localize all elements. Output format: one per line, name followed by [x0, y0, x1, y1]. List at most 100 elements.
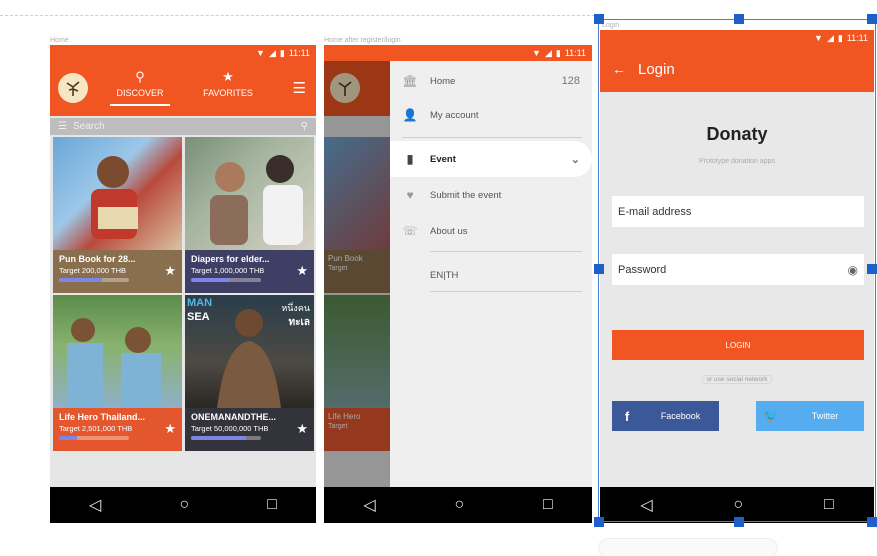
- tab-favorites-label: FAVORITES: [203, 88, 253, 98]
- signal-icon: ◢: [826, 32, 834, 43]
- drawer-item-label: Home: [430, 75, 456, 87]
- menu-lines-icon: ☰: [58, 121, 67, 132]
- tab-discover[interactable]: ⚲ DISCOVER: [110, 69, 170, 106]
- favorite-star-icon[interactable]: ★: [296, 263, 308, 279]
- star-icon: ★: [222, 69, 234, 84]
- progress-fill: [59, 278, 103, 282]
- card-target: Target 50,000,000 THB: [191, 424, 269, 433]
- status-bar: ▼ ◢ ▮ 11:11: [324, 45, 592, 61]
- progress-bar: [59, 436, 129, 440]
- home-nav-icon[interactable]: ○: [179, 496, 189, 514]
- password-placeholder: Password: [618, 263, 667, 276]
- card-target: Target 2,501,000 THB: [59, 424, 133, 433]
- drawer-scrim[interactable]: [324, 61, 390, 487]
- favorite-star-icon[interactable]: ★: [164, 263, 176, 279]
- floating-toolbar: [598, 538, 778, 556]
- drawer-item-label: Event: [430, 153, 456, 165]
- facebook-label: Facebook: [660, 411, 701, 421]
- campaign-card[interactable]: MAN SEA หนึ่งคน ทะเล ONEMANANDTHE... Tar…: [185, 295, 314, 451]
- recents-nav-icon[interactable]: □: [543, 496, 553, 514]
- resize-handle[interactable]: [594, 14, 604, 24]
- drawer-item-language[interactable]: EN|TH: [390, 257, 592, 293]
- resize-handle[interactable]: [734, 517, 744, 527]
- drawer-item-label: EN|TH: [430, 269, 459, 281]
- social-divider-text: or use social network: [702, 375, 772, 384]
- campaign-card[interactable]: Life Hero Thailand... Target 2,501,000 T…: [53, 295, 182, 451]
- battery-icon: ▮: [555, 47, 561, 58]
- search-bar[interactable]: ☰ Search ⚲: [50, 118, 316, 135]
- resize-handle[interactable]: [867, 264, 877, 274]
- back-nav-icon[interactable]: ◁: [363, 495, 375, 515]
- twitter-button[interactable]: 🐦 Twitter: [756, 401, 864, 431]
- drawer-item-home[interactable]: 🏛 Home 128: [390, 63, 592, 99]
- home-nav-icon[interactable]: ○: [733, 496, 743, 514]
- hamburger-menu-icon[interactable]: ☰: [293, 79, 306, 97]
- login-button[interactable]: LOGIN: [612, 330, 864, 360]
- social-divider: or use social network: [600, 375, 874, 384]
- frame-label-home-after-login: Home after register/login: [324, 37, 401, 44]
- card-info: Life Hero Thailand... Target 2,501,000 T…: [53, 408, 182, 451]
- frame-label-home: Home: [50, 37, 69, 44]
- twitter-label: Twitter: [811, 411, 839, 421]
- card-title: Life Hero Thailand...: [59, 412, 146, 422]
- campaign-poster: MAN SEA หนึ่งคน ทะเล: [185, 295, 314, 408]
- drawer-item-my-account[interactable]: 👤 My account: [390, 97, 592, 133]
- app-logo[interactable]: [58, 73, 88, 103]
- navigation-drawer: 🏛 Home 128 👤 My account ▮ Event ⌄ ♥ Subm…: [390, 61, 592, 487]
- battery-icon: ▮: [837, 32, 843, 43]
- progress-bar: [59, 278, 129, 282]
- resize-handle[interactable]: [734, 14, 744, 24]
- progress-fill: [59, 436, 77, 440]
- drawer-item-event[interactable]: ▮ Event ⌄: [390, 141, 592, 177]
- phone-login: ▼ ◢ ▮ 11:11 ← Login Donaty Prototype don…: [600, 30, 874, 523]
- campaign-card[interactable]: Pun Book for 28... Target 200,000 THB ★: [53, 137, 182, 293]
- tab-favorites[interactable]: ★ FAVORITES: [198, 69, 258, 98]
- search-input[interactable]: Search: [73, 121, 301, 132]
- resize-handle[interactable]: [867, 517, 877, 527]
- email-field[interactable]: E-mail address: [612, 196, 864, 227]
- facebook-button[interactable]: f Facebook: [612, 401, 719, 431]
- favorite-star-icon[interactable]: ★: [164, 421, 176, 437]
- wifi-icon: ▼: [256, 48, 265, 58]
- favorite-star-icon[interactable]: ★: [296, 421, 308, 437]
- android-nav-bar: ◁ ○ □: [50, 487, 316, 523]
- event-book-icon: ▮: [406, 152, 414, 166]
- back-nav-icon[interactable]: ◁: [89, 495, 101, 515]
- chevron-down-icon[interactable]: ⌄: [571, 153, 592, 166]
- facebook-icon: f: [624, 408, 630, 424]
- page-title: Login: [638, 60, 675, 78]
- status-bar: ▼ ◢ ▮ 11:11: [50, 45, 316, 61]
- app-header: ⚲ DISCOVER ★ FAVORITES ☰: [50, 61, 316, 116]
- drawer-item-about-us[interactable]: ☏ About us: [390, 213, 592, 249]
- bank-icon: 🏛: [402, 74, 418, 88]
- resize-handle[interactable]: [867, 14, 877, 24]
- card-info: ONEMANANDTHE... Target 50,000,000 THB: [185, 408, 314, 451]
- campaign-card[interactable]: Diapers for elder... Target 1,000,000 TH…: [185, 137, 314, 293]
- frame-label-login: Login: [602, 22, 620, 29]
- divider: [402, 137, 582, 138]
- twitter-bird-icon: 🐦: [762, 408, 780, 423]
- resize-handle[interactable]: [594, 264, 604, 274]
- progress-bar: [191, 278, 261, 282]
- login-header: ← Login: [600, 46, 874, 92]
- progress-fill: [191, 436, 246, 440]
- drawer-item-label: My account: [430, 109, 479, 121]
- resize-handle[interactable]: [594, 517, 604, 527]
- status-time: 11:11: [564, 48, 586, 58]
- back-nav-icon[interactable]: ◁: [640, 495, 652, 515]
- status-bar: ▼ ◢ ▮ 11:11: [600, 30, 874, 46]
- card-target: Target 200,000 THB: [59, 266, 126, 275]
- brand-name: Donaty: [706, 124, 768, 144]
- progress-fill: [191, 278, 230, 282]
- home-nav-icon[interactable]: ○: [454, 496, 464, 514]
- divider: [430, 251, 582, 252]
- recents-nav-icon[interactable]: □: [267, 496, 277, 514]
- recents-nav-icon[interactable]: □: [824, 496, 834, 514]
- drawer-item-submit-event[interactable]: ♥ Submit the event: [390, 177, 592, 213]
- signal-icon: ◢: [544, 47, 552, 58]
- card-title: ONEMANANDTHE...: [191, 412, 276, 422]
- password-field[interactable]: Password ◉: [612, 254, 864, 285]
- eye-icon[interactable]: ◉: [848, 263, 858, 277]
- drawer-item-label: About us: [430, 225, 468, 237]
- back-arrow-icon[interactable]: ←: [600, 61, 638, 77]
